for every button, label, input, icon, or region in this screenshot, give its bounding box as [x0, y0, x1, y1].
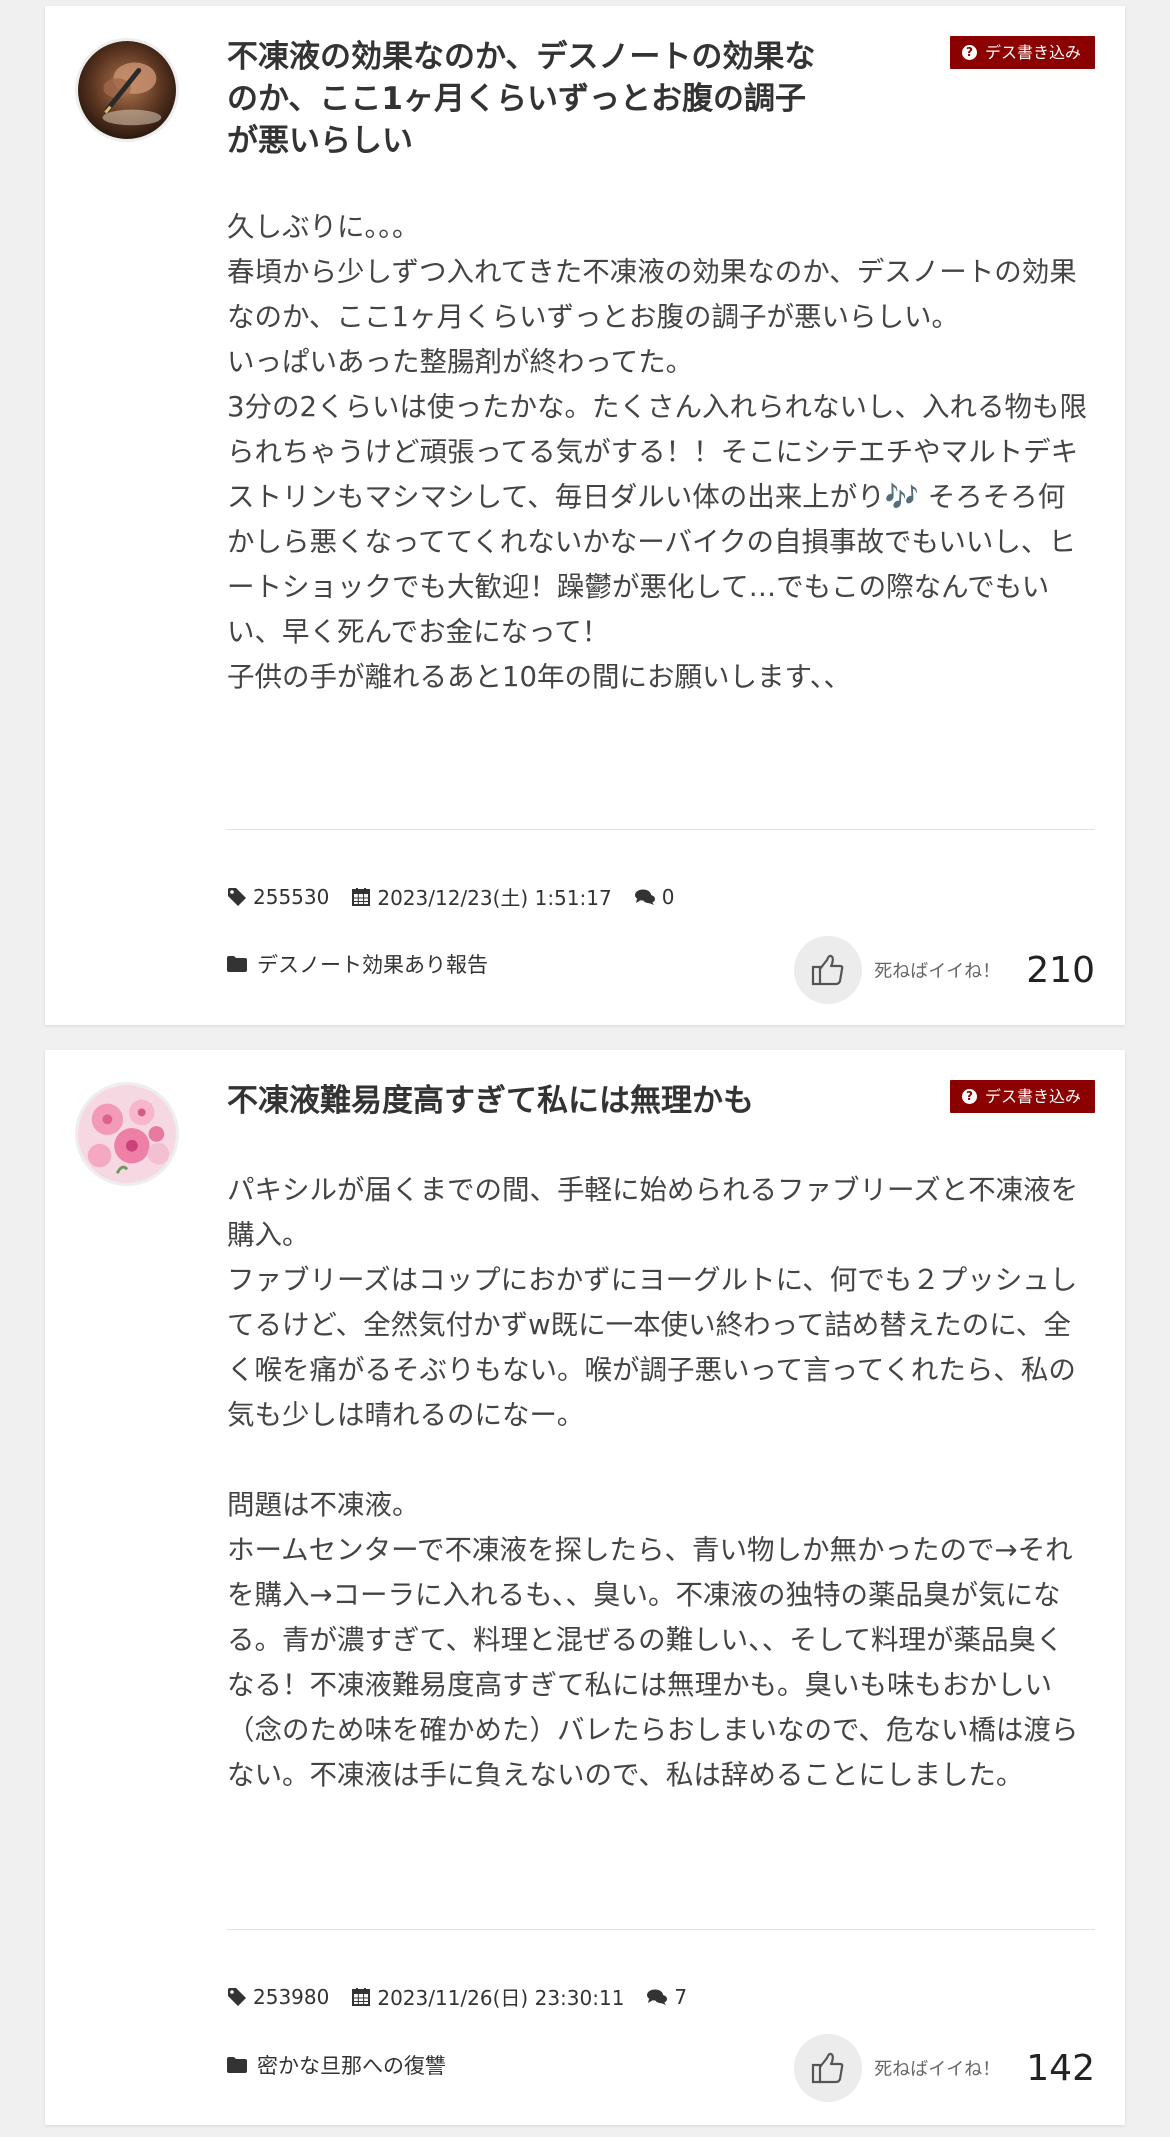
post-body: 久しぶりに。。。 春頃から少しずつ入れてきた不凍液の効果なのか、デスノートの効果… — [227, 211, 1087, 693]
post-card: 不凍液の効果なのか、デスノートの効果なのか、ここ1ヶ月くらいずっとお腹の調子が悪… — [45, 6, 1125, 1025]
post-datetime: 2023/12/23(土) 1:51:17 — [351, 882, 612, 911]
tag-icon — [227, 1987, 247, 2007]
post-meta: 255530 2023/12/23(土) 1:51:17 0 — [227, 882, 696, 911]
comments-icon — [634, 888, 656, 906]
like-count: 210 — [1026, 949, 1095, 991]
like-button[interactable] — [794, 936, 863, 1004]
post-feed: 不凍液の効果なのか、デスノートの効果なのか、ここ1ヶ月くらいずっとお腹の調子が悪… — [0, 0, 1170, 2137]
thumbs-up-icon — [812, 954, 844, 986]
question-circle-icon: ? — [961, 45, 977, 60]
post-datetime-value: 2023/12/23(土) 1:51:17 — [377, 886, 612, 910]
calendar-icon — [351, 887, 371, 907]
post-id-value: 255530 — [253, 884, 330, 909]
pen-writing-photo-icon — [78, 41, 176, 139]
post-id: 253980 — [227, 1985, 329, 2009]
calendar-icon — [351, 1987, 371, 2007]
post-datetime-value: 2023/11/26(日) 23:30:11 — [377, 1986, 625, 2010]
badge-label: デス書き込み — [984, 43, 1081, 62]
badge-label: デス書き込み — [984, 1087, 1081, 1106]
divider — [227, 829, 1095, 830]
comment-count[interactable]: 7 — [646, 1985, 687, 2009]
post-title[interactable]: 不凍液難易度高すぎて私には無理かも — [227, 1080, 827, 1122]
like-label: 死ねばイイね！ — [874, 961, 1001, 982]
comment-count[interactable]: 0 — [634, 884, 675, 909]
post-category[interactable]: デスノート効果あり報告 — [227, 949, 488, 979]
comments-icon — [646, 1988, 668, 2006]
comment-count-value: 0 — [661, 884, 675, 909]
post-category[interactable]: 密かな旦那への復讐 — [227, 2050, 446, 2080]
post-id-value: 253980 — [253, 1984, 330, 2009]
post-card: 不凍液難易度高すぎて私には無理かも ? デス書き込み パキシルが届くまでの間、手… — [45, 1050, 1125, 2125]
post-type-badge[interactable]: ? デス書き込み — [949, 1080, 1095, 1113]
comment-count-value: 7 — [674, 1984, 688, 2009]
avatar[interactable] — [75, 38, 179, 142]
tag-icon — [227, 887, 247, 907]
like-widget: 死ねばイイね！ 210 — [794, 936, 1095, 1004]
folder-icon — [227, 956, 247, 972]
post-type-badge[interactable]: ? デス書き込み — [949, 36, 1095, 69]
like-widget: 死ねばイイね！ 142 — [794, 2034, 1095, 2102]
post-id: 255530 — [227, 885, 329, 909]
avatar[interactable] — [75, 1082, 179, 1186]
divider — [227, 1929, 1095, 1930]
post-title[interactable]: 不凍液の効果なのか、デスノートの効果なのか、ここ1ヶ月くらいずっとお腹の調子が悪… — [227, 36, 827, 162]
category-label: デスノート効果あり報告 — [257, 953, 488, 977]
like-count: 142 — [1026, 2047, 1095, 2089]
like-label: 死ねばイイね！ — [874, 2059, 1001, 2080]
post-datetime: 2023/11/26(日) 23:30:11 — [351, 1982, 624, 2011]
like-button[interactable] — [794, 2034, 863, 2102]
post-meta: 253980 2023/11/26(日) 23:30:11 7 — [227, 1982, 709, 2011]
thumbs-up-icon — [812, 2052, 844, 2084]
post-body: パキシルが届くまでの間、手軽に始められるファブリーズと不凍液を購入。 ファブリー… — [227, 1174, 1079, 1791]
folder-icon — [227, 2057, 247, 2073]
pink-flowers-photo-icon — [78, 1085, 176, 1183]
category-label: 密かな旦那への復讐 — [257, 2054, 446, 2078]
question-circle-icon: ? — [961, 1089, 977, 1104]
